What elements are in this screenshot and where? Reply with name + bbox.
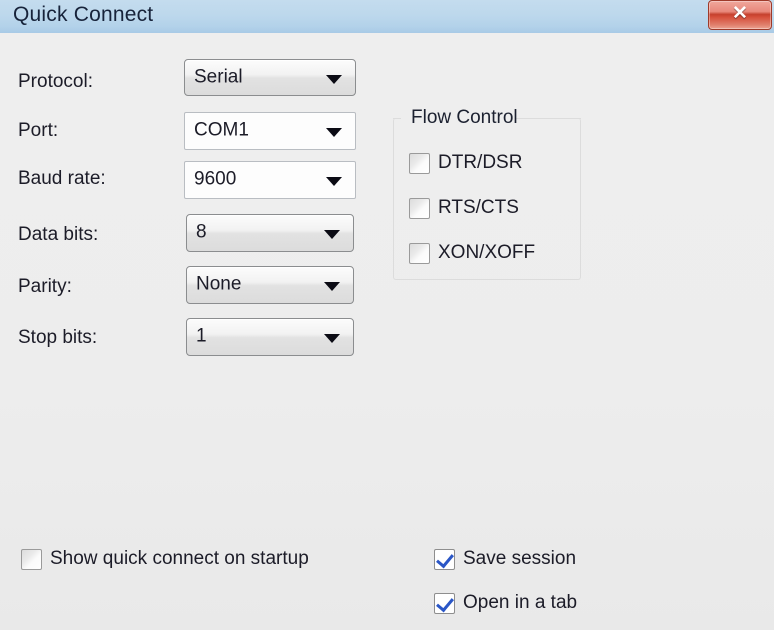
checkbox-box-rts-cts[interactable] bbox=[409, 197, 430, 219]
check-icon bbox=[436, 593, 454, 612]
flow-control-title: Flow Control bbox=[411, 107, 518, 128]
close-icon: ✕ bbox=[732, 3, 748, 24]
chevron-down-icon bbox=[324, 230, 340, 239]
parity-value: None bbox=[196, 273, 242, 295]
checkbox-label-save-session: Save session bbox=[463, 548, 577, 569]
label-parity: Parity: bbox=[18, 276, 72, 297]
protocol-value: Serial bbox=[194, 66, 243, 88]
checkbox-box-open-in-tab[interactable] bbox=[434, 592, 455, 614]
stop-bits-combobox[interactable]: 1 bbox=[186, 318, 354, 356]
window-title: Quick Connect bbox=[13, 3, 154, 26]
label-baud-rate: Baud rate: bbox=[18, 168, 106, 189]
label-protocol: Protocol: bbox=[18, 71, 93, 92]
label-data-bits: Data bits: bbox=[18, 224, 99, 245]
checkbox-open-in-a-tab[interactable]: Open in a tab bbox=[434, 592, 577, 614]
group-frame-top-left bbox=[393, 118, 401, 119]
baud-rate-value: 9600 bbox=[194, 168, 237, 190]
check-icon bbox=[436, 549, 454, 568]
chevron-down-icon bbox=[326, 128, 342, 137]
data-bits-value: 8 bbox=[196, 221, 207, 243]
checkbox-rts-cts[interactable]: RTS/CTS bbox=[409, 197, 519, 219]
checkbox-show-quick-connect-on-startup[interactable]: Show quick connect on startup bbox=[21, 548, 309, 570]
checkbox-box-dtr-dsr[interactable] bbox=[409, 152, 430, 174]
checkbox-box-xon-xoff[interactable] bbox=[409, 242, 430, 264]
checkbox-label-open-in-tab: Open in a tab bbox=[463, 592, 578, 613]
checkbox-label-xon-xoff: XON/XOFF bbox=[438, 242, 536, 263]
checkbox-dtr-dsr[interactable]: DTR/DSR bbox=[409, 152, 522, 174]
dialog-body: Protocol: Port: Baud rate: Data bits: Pa… bbox=[0, 33, 774, 630]
data-bits-combobox[interactable]: 8 bbox=[186, 214, 354, 252]
chevron-down-icon bbox=[326, 177, 342, 186]
port-combobox[interactable]: COM1 bbox=[184, 112, 356, 150]
checkbox-save-session[interactable]: Save session bbox=[434, 548, 576, 570]
chevron-down-icon bbox=[324, 334, 340, 343]
checkbox-label-dtr-dsr: DTR/DSR bbox=[438, 152, 523, 173]
checkbox-box-save-session[interactable] bbox=[434, 548, 455, 570]
group-frame-top-right bbox=[515, 118, 581, 119]
parity-combobox[interactable]: None bbox=[186, 266, 354, 304]
checkbox-box-show-on-startup[interactable] bbox=[21, 548, 42, 570]
port-value: COM1 bbox=[194, 119, 249, 141]
label-stop-bits: Stop bits: bbox=[18, 327, 98, 348]
chevron-down-icon bbox=[326, 74, 342, 84]
chevron-down-icon bbox=[324, 282, 340, 291]
label-port: Port: bbox=[18, 120, 59, 141]
stop-bits-value: 1 bbox=[196, 325, 207, 347]
baud-rate-combobox[interactable]: 9600 bbox=[184, 161, 356, 199]
checkbox-label-show-on-startup: Show quick connect on startup bbox=[50, 548, 309, 569]
title-bar: Quick Connect ✕ bbox=[0, 0, 774, 34]
quick-connect-dialog: Quick Connect ✕ Protocol: Port: Baud rat… bbox=[0, 0, 774, 630]
checkbox-label-rts-cts: RTS/CTS bbox=[438, 197, 519, 218]
flow-control-group: Flow Control DTR/DSR RTS/CTS XON/XOFF bbox=[393, 107, 581, 280]
close-button[interactable]: ✕ bbox=[708, 0, 772, 30]
checkbox-xon-xoff[interactable]: XON/XOFF bbox=[409, 242, 535, 264]
protocol-combobox[interactable]: Serial bbox=[184, 59, 356, 96]
